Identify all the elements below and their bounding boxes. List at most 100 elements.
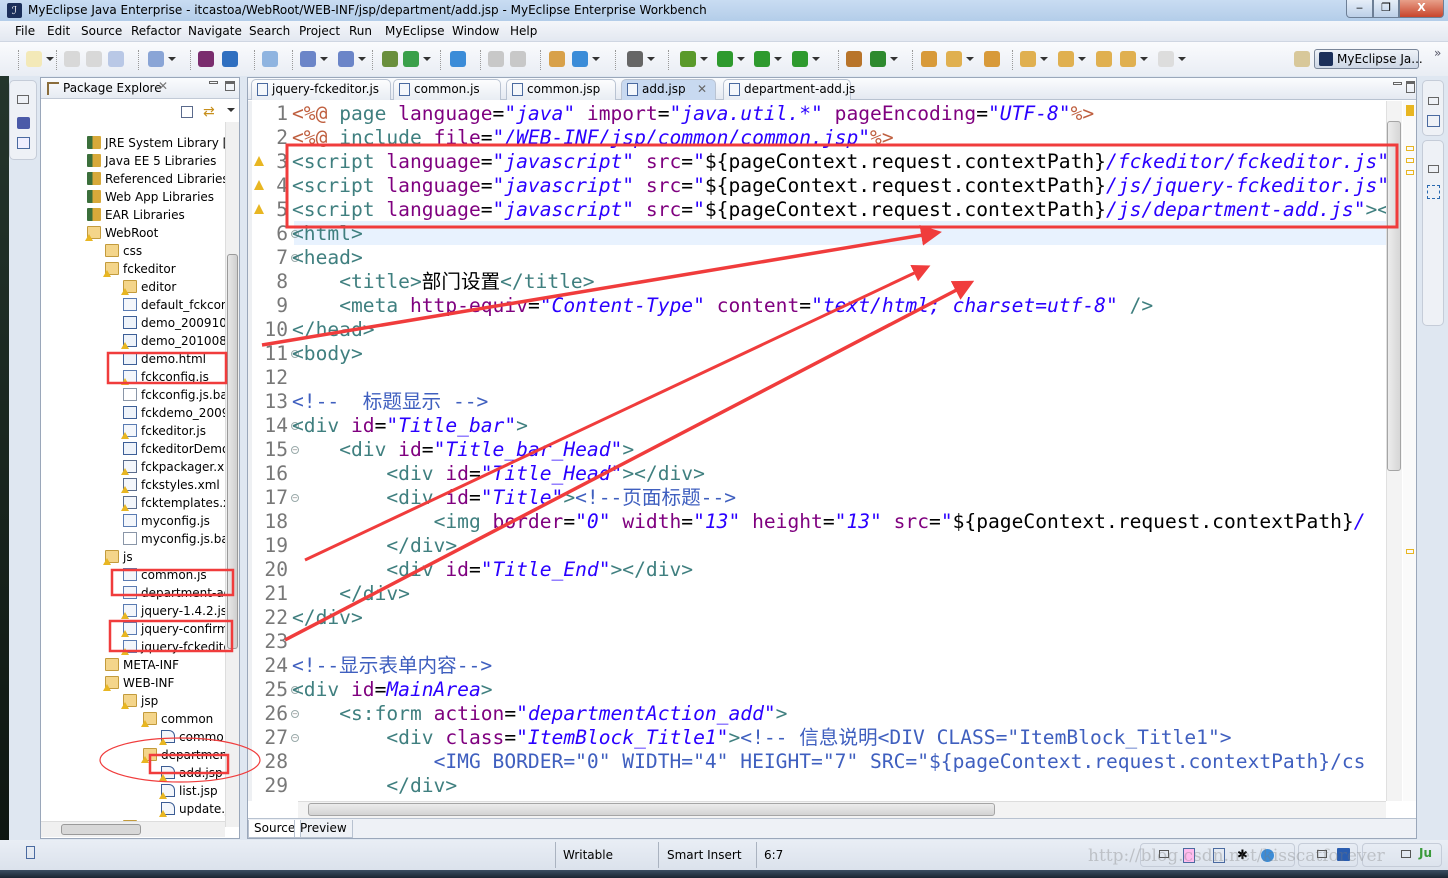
new-class-wizard-dropdown-icon[interactable]: [890, 57, 898, 61]
tree-item[interactable]: JRE System Library [jdk: [41, 134, 225, 152]
code-line[interactable]: <!--显示表单内容-->: [292, 654, 492, 678]
tree-item[interactable]: demo.html: [41, 350, 225, 368]
search-icon[interactable]: [946, 51, 962, 67]
tree-item[interactable]: fckpackager.xm: [41, 458, 225, 476]
code-line[interactable]: </div>: [292, 582, 410, 606]
new-ejb-project-dropdown-icon[interactable]: [358, 57, 366, 61]
tab-common-js[interactable]: common.js: [393, 79, 501, 100]
new-dropdown-icon[interactable]: [46, 57, 54, 61]
restore-view-icon[interactable]: [1401, 850, 1411, 858]
code-line[interactable]: <s:form action="departmentAction_add">: [292, 702, 787, 726]
warning-icon[interactable]: [254, 204, 264, 214]
overview-warning-mark[interactable]: [1406, 158, 1414, 163]
next-annotation-dropdown-icon[interactable]: [1040, 57, 1048, 61]
restore-view-icon[interactable]: [17, 95, 29, 104]
tree-item[interactable]: WEB-INF: [41, 674, 225, 692]
tree-item[interactable]: fckstyles.xml: [41, 476, 225, 494]
outline-view-icon[interactable]: [1427, 185, 1440, 199]
tree-item[interactable]: department: [41, 746, 225, 764]
tree-item[interactable]: fckconfig.js.bak: [41, 386, 225, 404]
code-line[interactable]: <div id="Title_bar_Head">: [292, 438, 634, 462]
tree-item[interactable]: fcktemplates.xr: [41, 494, 225, 512]
overview-warning-summary[interactable]: [1406, 105, 1414, 116]
new-web-project-dropdown-icon[interactable]: [320, 57, 328, 61]
tree-item[interactable]: default_fckconf: [41, 296, 225, 314]
code-line[interactable]: <div id="Title"><!--页面标题-->: [292, 486, 736, 510]
overview-warning-mark[interactable]: [1406, 549, 1414, 554]
code-line[interactable]: <IMG BORDER="0" WIDTH="4" HEIGHT="7" SRC…: [292, 750, 1366, 774]
camera-dropdown-icon[interactable]: [647, 57, 655, 61]
tree-item[interactable]: list.jsp: [41, 782, 225, 800]
maximize-view-icon[interactable]: [225, 81, 235, 91]
tree-item[interactable]: update.j: [41, 800, 225, 818]
minimize-button[interactable]: ‒: [1346, 0, 1373, 18]
chevron-more-icon[interactable]: »: [1434, 46, 1441, 60]
menu-help[interactable]: Help: [510, 24, 537, 38]
next-annotation-icon[interactable]: [1020, 51, 1036, 67]
code-line[interactable]: <div id="Title_End"></div>: [292, 558, 693, 582]
tree-item[interactable]: EAR Libraries: [41, 206, 225, 224]
new-icon[interactable]: [26, 51, 42, 67]
code-line[interactable]: <%@ page language="java" import="java.ut…: [292, 102, 1094, 126]
deploy-icon[interactable]: [382, 51, 398, 67]
new-ejb-project-icon[interactable]: [338, 51, 354, 67]
run-history-icon[interactable]: [754, 51, 770, 67]
menu-window[interactable]: Window: [452, 24, 499, 38]
open-type-icon[interactable]: [921, 51, 937, 67]
tree-item[interactable]: css: [41, 242, 225, 260]
outline-view-icon[interactable]: [17, 137, 30, 149]
tree-item[interactable]: jquery-confirm: [41, 620, 225, 638]
tree-item[interactable]: fckeditor.js: [41, 422, 225, 440]
tasks-view-icon[interactable]: [1427, 115, 1440, 127]
code-line[interactable]: </div>: [292, 774, 457, 798]
open-perspective-icon[interactable]: [1294, 51, 1310, 67]
new-java-project-icon[interactable]: [148, 51, 164, 67]
code-line[interactable]: <head>: [292, 246, 363, 270]
tree-item[interactable]: common.js: [41, 566, 225, 584]
code-line[interactable]: <title>部门设置</title>: [292, 270, 594, 294]
open-file-icon[interactable]: [488, 51, 504, 67]
previous-annotation-dropdown-icon[interactable]: [1078, 57, 1086, 61]
run-history-dropdown-icon[interactable]: [774, 57, 782, 61]
external-tools-icon[interactable]: [792, 51, 808, 67]
code-line[interactable]: </head>: [292, 318, 375, 342]
link-with-editor-icon[interactable]: ⇄: [203, 104, 215, 120]
tree-item[interactable]: editor: [41, 278, 225, 296]
new-package-icon[interactable]: [198, 51, 214, 67]
tab-preview[interactable]: Preview: [294, 820, 353, 838]
tree-item[interactable]: demo_20100807: [41, 332, 225, 350]
tree-item[interactable]: commo: [41, 728, 225, 746]
tree-item[interactable]: common: [41, 710, 225, 728]
external-tools-dropdown-icon[interactable]: [812, 57, 820, 61]
editor-scroll-thumb[interactable]: [1387, 121, 1401, 471]
code-line[interactable]: <div id="Title_bar">: [292, 414, 528, 438]
web-2-icon[interactable]: [262, 51, 278, 67]
menu-project[interactable]: Project: [299, 24, 340, 38]
restore-view-icon[interactable]: [1428, 165, 1439, 173]
minimize-editor-icon[interactable]: [1393, 82, 1402, 85]
minimize-view-icon[interactable]: [209, 81, 218, 84]
code-line[interactable]: <div id=MainArea>: [292, 678, 493, 702]
code-line[interactable]: <!-- 标题显示 -->: [292, 390, 488, 414]
code-line[interactable]: <html>: [292, 222, 363, 246]
tree-item[interactable]: jquery-fckedito: [41, 638, 225, 656]
code-line[interactable]: </div>: [292, 606, 363, 630]
code-line[interactable]: <script language="javascript" src="${pag…: [292, 198, 1386, 222]
open-remote-icon[interactable]: [510, 51, 526, 67]
code-line[interactable]: <div class="ItemBlock_Title1"><!-- 信息说明<…: [292, 726, 1231, 750]
code-text-area[interactable]: <%@ page language="java" import="java.ut…: [292, 101, 1386, 801]
package-explorer-tab[interactable]: Package Explore ✕: [41, 78, 239, 99]
new-type-icon[interactable]: [846, 51, 862, 67]
tree-item[interactable]: js: [41, 548, 225, 566]
menu-refactor[interactable]: Refactor: [131, 24, 181, 38]
tree-item[interactable]: WebRoot: [41, 224, 225, 242]
tree-hscroll-thumb[interactable]: [61, 824, 141, 835]
code-line[interactable]: <div id="Title_Head"></div>: [292, 462, 705, 486]
close-tab-icon[interactable]: ✕: [697, 80, 707, 99]
run-server-dropdown-icon[interactable]: [423, 57, 431, 61]
tree-item[interactable]: add.jsp: [41, 764, 225, 782]
maximize-editor-icon[interactable]: [1406, 81, 1415, 93]
restore-button[interactable]: ❐: [1373, 0, 1399, 18]
code-line[interactable]: <img border="0" width="13" height="13" s…: [292, 510, 1366, 534]
menu-run[interactable]: Run: [349, 24, 372, 38]
